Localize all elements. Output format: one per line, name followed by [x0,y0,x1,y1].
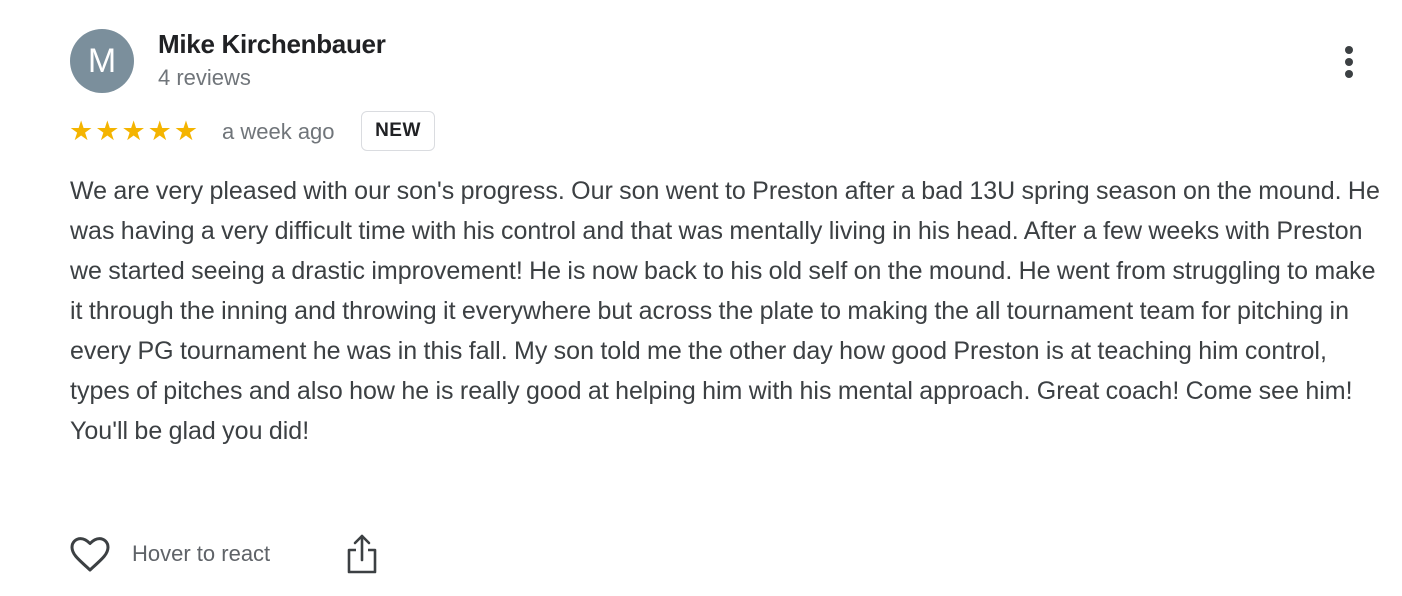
share-button[interactable] [342,532,382,576]
review-time: a week ago [222,119,335,144]
more-dot [1345,70,1353,78]
react-label: Hover to react [132,541,271,566]
more-dot [1345,58,1353,66]
author-review-count[interactable]: 4 reviews [158,65,251,91]
heart-outline-icon [68,534,112,574]
star-icon: ★ [121,116,146,147]
more-options-button[interactable] [1330,40,1370,84]
share-icon [342,532,382,576]
more-dot [1345,46,1353,54]
avatar[interactable]: M [70,29,134,93]
star-icon: ★ [173,116,199,147]
author-name[interactable]: Mike Kirchenbauer [158,29,386,60]
review-card: M Mike Kirchenbauer 4 reviews ★ ★ ★ ★ ★ a we… [0,0,1402,596]
star-rating: ★ ★ ★ ★ ★ [69,117,198,147]
star-icon: ★ [95,116,120,147]
star-icon: ★ [147,116,172,147]
react-button[interactable]: Hover to react [68,532,270,576]
new-badge: NEW [361,111,435,151]
review-text: We are very pleased with our son's progr… [70,177,1380,445]
star-icon: ★ [69,116,94,147]
